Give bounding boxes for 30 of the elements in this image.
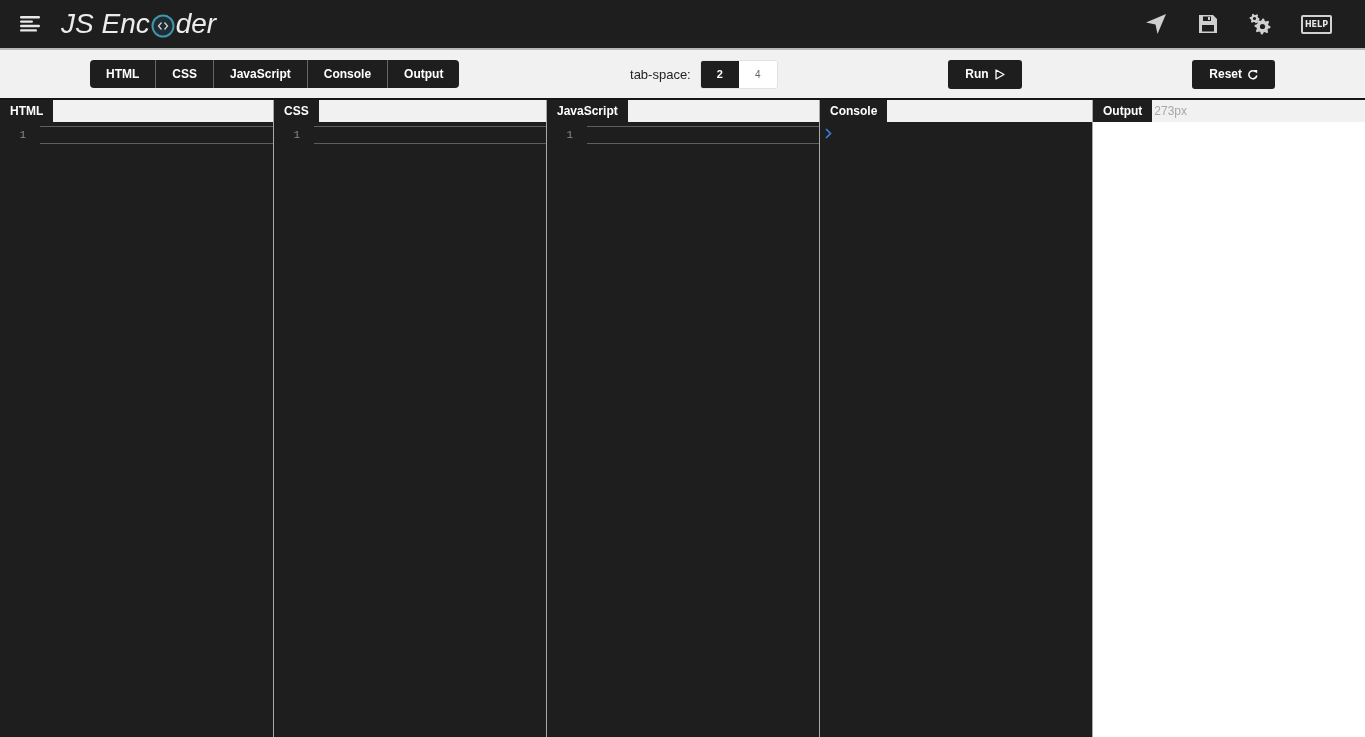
- reset-button[interactable]: Reset: [1192, 59, 1275, 89]
- play-icon: [994, 68, 1005, 80]
- refresh-icon: [1248, 68, 1258, 80]
- menu-icon[interactable]: [20, 16, 40, 32]
- logo-text: der: [175, 7, 217, 41]
- line-number: 1: [292, 128, 301, 143]
- panel-title: Output: [1093, 100, 1153, 122]
- tab-space-label: tab-space:: [630, 66, 691, 82]
- line-number: 1: [18, 128, 27, 143]
- logo-text: JS Enc: [61, 7, 150, 41]
- save-icon[interactable]: [1196, 13, 1219, 35]
- line-number: 1: [565, 128, 574, 143]
- panel-toggle-tab[interactable]: Output: [387, 60, 460, 88]
- panel-toggle-tab[interactable]: JavaScript: [213, 60, 307, 88]
- send-icon[interactable]: [1144, 13, 1167, 35]
- panel-title: CSS: [274, 100, 319, 122]
- run-button[interactable]: Run: [948, 59, 1022, 89]
- settings-icon[interactable]: [1248, 13, 1271, 35]
- panel-toggle-tab[interactable]: Console: [306, 60, 388, 88]
- help-button[interactable]: HELP: [1300, 14, 1332, 34]
- width-readout: 273px: [1153, 103, 1188, 120]
- panel-title: HTML: [0, 100, 54, 122]
- panel-title: JavaScript: [547, 100, 628, 122]
- code-icon: [150, 13, 175, 38]
- panel-title: Console: [820, 100, 888, 122]
- prompt-chevron-icon: [825, 128, 832, 139]
- panel-toggle-tab[interactable]: CSS: [155, 60, 213, 88]
- tab-space-option[interactable]: 4: [738, 60, 777, 88]
- tab-space-option[interactable]: 2: [700, 60, 739, 88]
- panel-toggle-tab[interactable]: HTML: [90, 60, 156, 88]
